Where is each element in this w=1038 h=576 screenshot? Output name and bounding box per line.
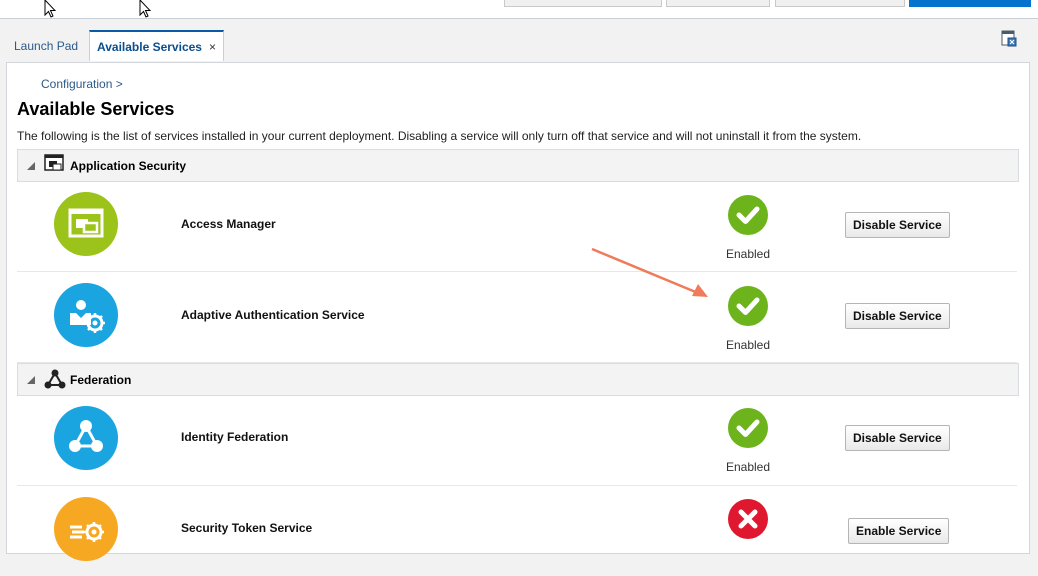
service-name: Security Token Service xyxy=(181,521,313,535)
tab-launch-pad[interactable]: Launch Pad xyxy=(14,30,78,60)
security-token-icon xyxy=(54,497,118,561)
collapse-triangle-icon[interactable] xyxy=(26,375,36,385)
service-row: Security Token Service Enable Service xyxy=(17,486,1017,576)
adaptive-authentication-icon xyxy=(54,283,118,347)
page-title: Available Services xyxy=(17,99,175,119)
status-label: Enabled xyxy=(725,460,771,474)
service-row: Access Manager Enabled Disable Service xyxy=(17,181,1017,272)
identity-federation-icon xyxy=(54,406,118,470)
toolbar-button[interactable] xyxy=(666,0,770,7)
service-name: Adaptive Authentication Service xyxy=(181,308,365,322)
enable-service-button[interactable]: Enable Service xyxy=(848,518,950,544)
mouse-cursor-icon xyxy=(139,0,151,18)
toolbar-button[interactable] xyxy=(504,0,662,7)
tab-available-services[interactable]: Available Services × xyxy=(89,30,224,61)
service-row: Identity Federation Enabled Disable Serv… xyxy=(17,395,1017,486)
disable-service-button[interactable]: Disable Service xyxy=(845,425,950,451)
tab-label: Available Services xyxy=(97,40,202,54)
disable-service-button[interactable]: Disable Service xyxy=(845,303,950,329)
service-name: Access Manager xyxy=(181,217,276,231)
collapse-triangle-icon[interactable] xyxy=(26,161,36,171)
enabled-check-icon xyxy=(728,195,768,235)
section-application-security[interactable]: Application Security xyxy=(17,149,1019,182)
federation-icon xyxy=(44,369,66,389)
breadcrumb[interactable]: Configuration > xyxy=(41,77,123,91)
service-row: Adaptive Authentication Service Enabled … xyxy=(17,272,1017,363)
access-manager-icon xyxy=(54,192,118,256)
top-toolbar xyxy=(0,0,1038,19)
disable-service-button[interactable]: Disable Service xyxy=(845,212,950,238)
page-description: The following is the list of services in… xyxy=(17,129,862,143)
mouse-cursor-icon xyxy=(44,0,56,18)
application-security-icon xyxy=(44,154,64,171)
status-label: Enabled xyxy=(725,247,771,261)
enabled-check-icon xyxy=(728,408,768,448)
toolbar-primary-button[interactable] xyxy=(909,0,1031,7)
service-name: Identity Federation xyxy=(181,430,289,444)
section-title: Application Security xyxy=(70,159,187,173)
close-icon[interactable]: × xyxy=(209,40,216,54)
toolbar-button[interactable] xyxy=(775,0,905,7)
main-panel: Configuration > Available Services The f… xyxy=(6,62,1030,561)
enabled-check-icon xyxy=(728,286,768,326)
disabled-x-icon xyxy=(728,499,768,539)
section-federation[interactable]: Federation xyxy=(17,363,1019,396)
export-icon[interactable] xyxy=(1000,30,1018,48)
status-label: Enabled xyxy=(725,338,771,352)
section-title: Federation xyxy=(70,373,132,387)
